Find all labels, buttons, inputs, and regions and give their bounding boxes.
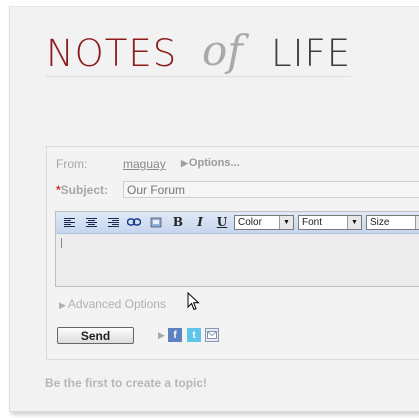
chevron-down-icon: ▼ [279, 216, 293, 229]
twitter-icon[interactable]: t [187, 328, 201, 342]
advanced-options-toggle[interactable]: ▶ Advanced Options [59, 297, 166, 311]
advanced-options-label: Advanced Options [67, 297, 166, 311]
underline-button[interactable]: U [213, 214, 231, 230]
align-center-icon[interactable] [82, 214, 100, 230]
editor-toolbar: B I U Color ▼ Font ▼ Size ▼ [56, 212, 419, 234]
align-right-icon[interactable] [104, 214, 122, 230]
send-button[interactable]: Send [57, 327, 134, 344]
expand-triangle-icon: ▶ [59, 300, 66, 310]
color-select-value: Color [238, 217, 262, 228]
options-toggle[interactable]: ▶Options... [181, 157, 240, 169]
subject-label-text: Subject: [60, 183, 109, 197]
font-select[interactable]: Font ▼ [298, 215, 362, 230]
logo-divider [46, 76, 351, 77]
email-share-icon[interactable] [205, 328, 219, 342]
facebook-icon[interactable]: f [168, 328, 182, 342]
link-icon[interactable] [125, 214, 143, 230]
text-caret [61, 238, 62, 248]
logo-word-life: LIFE [271, 32, 352, 75]
empty-topics-message: Be the first to create a topic! [45, 376, 208, 390]
color-select[interactable]: Color ▼ [234, 215, 294, 230]
subject-input[interactable] [123, 181, 419, 198]
share-triangle-icon[interactable]: ▶ [158, 330, 165, 341]
message-textarea[interactable] [56, 234, 419, 286]
subject-label: *Subject: [56, 183, 108, 197]
image-icon[interactable] [147, 214, 165, 230]
align-left-icon[interactable] [60, 214, 78, 230]
italic-button[interactable]: I [191, 214, 209, 230]
options-label: Options... [188, 157, 240, 169]
message-editor: B I U Color ▼ Font ▼ Size ▼ [55, 211, 419, 287]
size-select-value: Size [370, 217, 390, 228]
chevron-down-icon: ▼ [415, 216, 419, 229]
logo-word-of: of [202, 26, 243, 75]
mouse-pointer-icon [187, 292, 200, 311]
font-select-value: Font [302, 217, 323, 228]
bold-button[interactable]: B [169, 214, 187, 230]
from-user-link[interactable]: maguay [123, 157, 166, 171]
expand-triangle-icon: ▶ [181, 158, 188, 168]
logo-word-notes: NOTES [46, 32, 178, 75]
size-select[interactable]: Size ▼ [366, 215, 419, 230]
chevron-down-icon: ▼ [347, 216, 361, 229]
from-label: From: [56, 157, 88, 171]
